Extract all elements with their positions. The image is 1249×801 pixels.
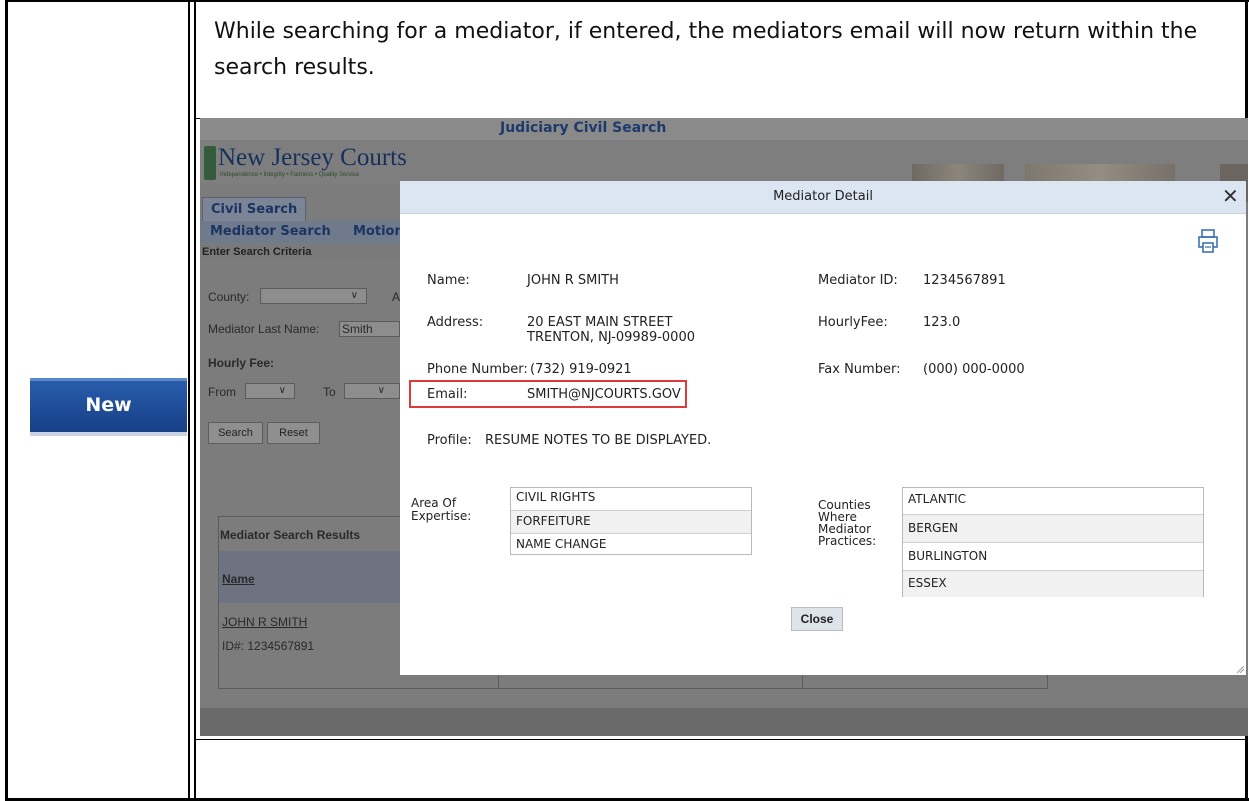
county-next-label: A (392, 290, 401, 304)
address-label: Address: (427, 315, 484, 330)
result-name-link[interactable]: JOHN R SMITH (222, 615, 307, 629)
logo-text: New Jersey Courts (218, 144, 407, 171)
email-value: SMITH@NJCOURTS.GOV (527, 387, 681, 402)
mediator-detail-modal: Mediator Detail ✕ Name: JOHN R SMITH Med… (400, 181, 1246, 675)
fee-to-label: To (323, 385, 336, 399)
county-label: County: (208, 290, 250, 304)
name-value: JOHN R SMITH (527, 273, 619, 288)
list-item: CIVIL RIGHTS (516, 490, 596, 504)
mediator-id-label: Mediator ID: (818, 273, 898, 288)
name-label: Name: (427, 273, 470, 288)
results-divider (498, 675, 499, 689)
counties-label: Counties Where Mediator Practices: (818, 498, 877, 548)
hourly-fee-label: Hourly Fee: (208, 356, 275, 370)
county-select[interactable]: ∨ (260, 288, 367, 304)
email-label: Email: (427, 387, 468, 402)
fax-label: Fax Number: (818, 362, 901, 377)
last-name-label: Mediator Last Name: (208, 322, 320, 336)
subtab-mediator-search[interactable]: Mediator Search (210, 221, 331, 243)
reset-button[interactable]: Reset (267, 422, 320, 444)
logo-tagline: Independence • Integrity • Fairness • Qu… (220, 172, 360, 178)
search-button[interactable]: Search (208, 422, 263, 444)
print-icon[interactable] (1197, 228, 1219, 254)
app-screenshot: Judiciary Civil Search New Jersey Courts… (200, 118, 1248, 736)
list-item: BERGEN (903, 514, 1203, 542)
subtab-motion[interactable]: Motion (353, 221, 404, 243)
profile-value: RESUME NOTES TO BE DISPLAYED. (485, 433, 712, 448)
phone-value: (732) 919-0921 (530, 362, 632, 377)
list-item: BURLINGTON (903, 542, 1203, 570)
phone-label: Phone Number: (427, 362, 528, 377)
fee-from-label: From (208, 385, 236, 399)
address-line1: 20 EAST MAIN STREET (527, 315, 673, 330)
close-button[interactable]: Close (791, 607, 843, 631)
fax-value: (000) 000-0000 (923, 362, 1025, 377)
new-badge: New (30, 378, 187, 436)
expertise-list: CIVIL RIGHTS FORFEITURE NAME CHANGE (510, 487, 752, 555)
table-border-top (5, 0, 1249, 2)
app-title: Judiciary Civil Search (500, 120, 667, 136)
chevron-down-icon: ∨ (377, 385, 385, 396)
fee-from-select[interactable]: ∨ (245, 383, 295, 399)
chevron-down-icon: ∨ (350, 290, 358, 301)
list-item: NAME CHANGE (511, 533, 751, 555)
mediator-id-value: 1234567891 (923, 273, 1006, 288)
chevron-down-icon: ∨ (278, 385, 286, 396)
name-column-header[interactable]: Name (222, 572, 255, 586)
last-name-input[interactable]: Smith (339, 321, 400, 337)
hourly-fee-value: 123.0 (923, 315, 961, 330)
modal-title: Mediator Detail (773, 189, 873, 204)
profile-label: Profile: (427, 433, 472, 448)
tab-civil-search[interactable]: Civil Search (202, 197, 306, 221)
app-footer-bar (200, 708, 1248, 736)
resize-grip-icon[interactable] (1236, 665, 1244, 673)
modal-header: Mediator Detail ✕ (400, 181, 1246, 214)
subtab-bar: Mediator Search Motion (200, 221, 404, 243)
app-title-bar: Judiciary Civil Search (200, 118, 1248, 140)
logo-icon (204, 146, 216, 180)
close-icon[interactable]: ✕ (1222, 184, 1239, 208)
feature-description: While searching for a mediator, if enter… (214, 19, 1198, 80)
search-criteria-header: Enter Search Criteria (200, 244, 402, 260)
table-row-divider (196, 739, 1245, 740)
list-item: ESSEX (903, 570, 1203, 597)
table-divider (188, 0, 190, 801)
header-banner: New Jersey Courts Independence • Integri… (200, 140, 1248, 202)
expertise-label: Area Of Expertise: (411, 496, 472, 523)
hourly-fee-label: HourlyFee: (818, 315, 888, 330)
result-id: ID#: 1234567891 (222, 639, 315, 653)
address-line2: TRENTON, NJ-09989-0000 (527, 330, 695, 345)
table-divider (194, 0, 196, 801)
fee-to-select[interactable]: ∨ (344, 383, 400, 399)
counties-list: ATLANTIC BERGEN BURLINGTON ESSEX (902, 487, 1204, 597)
list-item: FORFEITURE (511, 510, 751, 533)
list-item: ATLANTIC (908, 492, 967, 506)
results-divider (802, 675, 803, 689)
table-border-left (5, 0, 8, 801)
results-header: Mediator Search Results (220, 528, 361, 542)
